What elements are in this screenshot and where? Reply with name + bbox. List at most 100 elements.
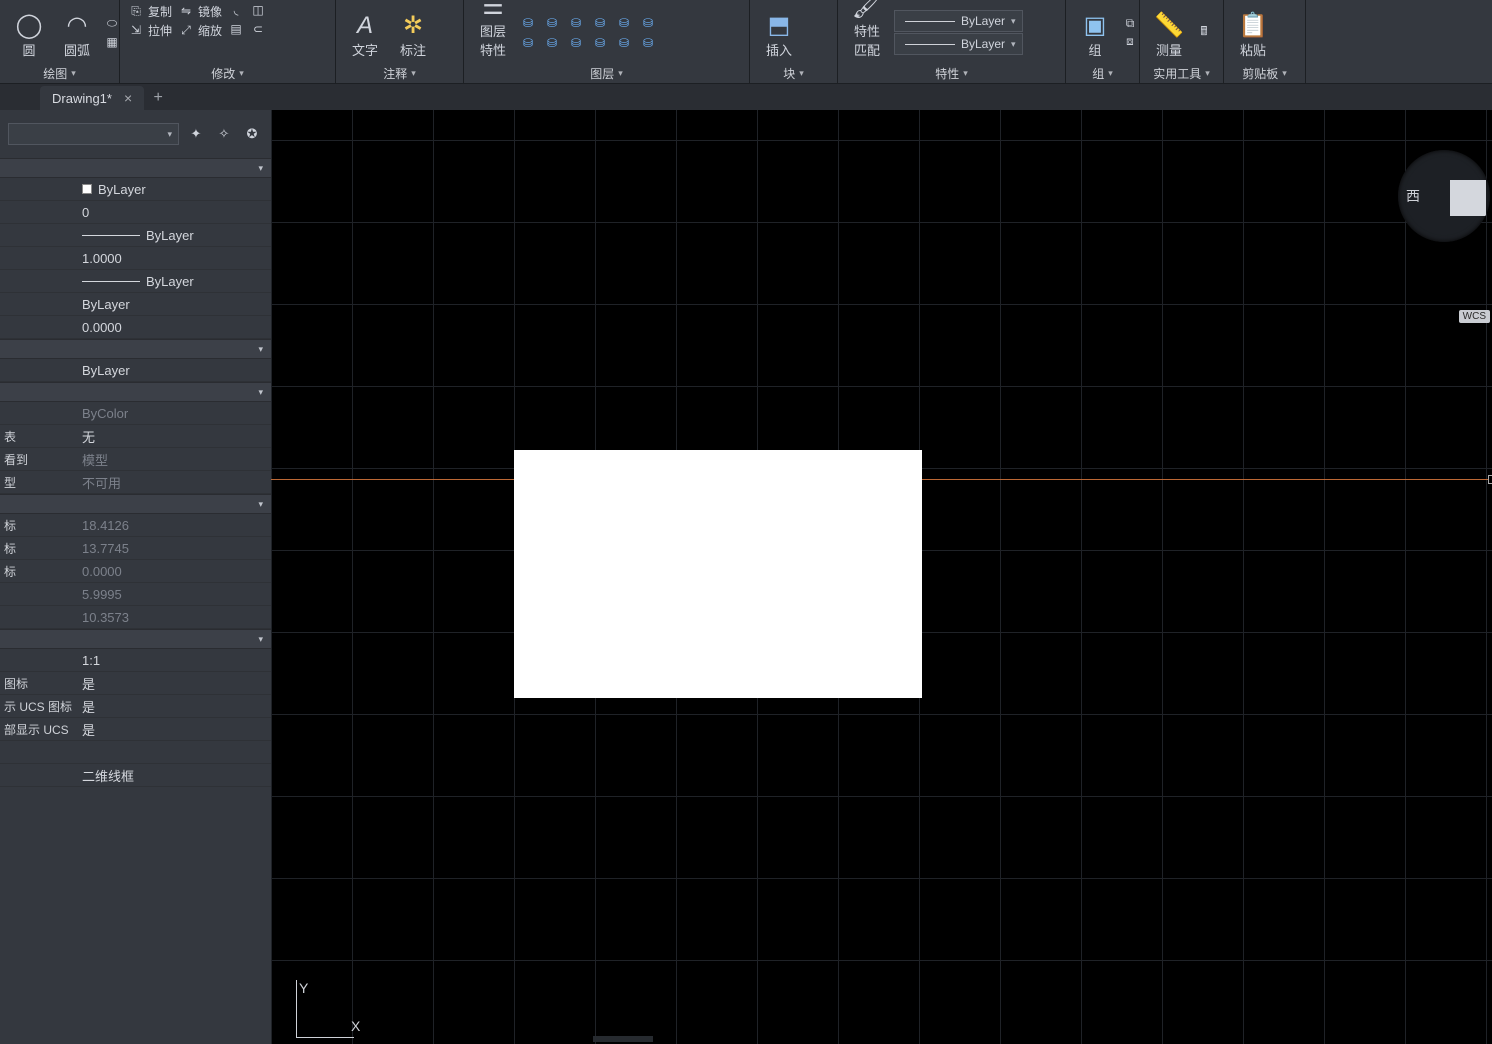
property-row[interactable]: ByLayer (0, 359, 271, 382)
dimension-button[interactable]: ✲ 标注 (392, 5, 434, 61)
ungroup-icon[interactable]: ⧉ (1122, 16, 1138, 32)
property-value[interactable]: 0 (78, 205, 271, 220)
layer-ic-b5[interactable]: ⛁ (616, 35, 632, 51)
drawing-object[interactable] (514, 450, 922, 698)
palette-group-general[interactable]: ▾ (0, 158, 271, 178)
view-cube[interactable]: 西 (1398, 150, 1490, 242)
stretch-button[interactable]: ⇲拉伸 (128, 21, 172, 39)
panel-title-block[interactable]: 块▾ (750, 63, 837, 83)
layout-splitter[interactable] (593, 1036, 653, 1042)
property-value[interactable]: 是 (78, 720, 271, 739)
property-value[interactable]: 10.3573 (78, 610, 271, 625)
property-row[interactable]: 0.0000 (0, 316, 271, 339)
layer-ic-b1[interactable]: ⛁ (520, 35, 536, 51)
property-row[interactable]: 图标是 (0, 672, 271, 695)
paste-button[interactable]: 📋 粘贴 (1232, 5, 1274, 61)
insert-button[interactable]: ⬒ 插入 (758, 5, 800, 61)
panel-title-layers[interactable]: 图层▾ (464, 63, 749, 83)
panel-title-clipboard[interactable]: 剪贴板▾ (1224, 63, 1305, 83)
property-value[interactable]: 1:1 (78, 653, 271, 668)
property-row[interactable]: 示 UCS 图标是 (0, 695, 271, 718)
panel-title-annotate[interactable]: 注释▾ (336, 63, 463, 83)
property-row[interactable]: 5.9995 (0, 583, 271, 606)
fillet-icon[interactable]: ◟ (228, 2, 244, 18)
array-icon[interactable]: ▤ (228, 21, 244, 37)
join-icon[interactable]: ⊂ (250, 21, 266, 37)
palette-group-plot[interactable]: ▾ (0, 382, 271, 402)
property-row[interactable]: ByColor (0, 402, 271, 425)
property-value[interactable]: ByColor (78, 406, 271, 421)
layer-ic-6[interactable]: ⛁ (640, 15, 656, 31)
group-edit-icon[interactable]: ⧈ (1122, 34, 1138, 50)
panel-title-properties[interactable]: 特性▾ (838, 63, 1065, 83)
property-value[interactable]: 模型 (78, 450, 271, 469)
hatch-icon[interactable]: ▦ (104, 34, 120, 50)
property-value[interactable]: ByLayer (78, 228, 271, 243)
mirror-button[interactable]: ⇋镜像 (178, 2, 222, 20)
property-row[interactable] (0, 741, 271, 764)
tab-drawing1[interactable]: Drawing1* × (40, 86, 144, 110)
property-row[interactable]: 型不可用 (0, 471, 271, 494)
measure-button[interactable]: 📏 测量 (1148, 5, 1190, 61)
match-props-button[interactable]: 🖌 特性 匹配 (846, 5, 888, 61)
property-row[interactable]: 0 (0, 201, 271, 224)
property-value[interactable]: 0.0000 (78, 564, 271, 579)
property-value[interactable]: 是 (78, 674, 271, 693)
grip-handle[interactable] (1488, 475, 1492, 484)
property-value[interactable]: 是 (78, 697, 271, 716)
property-row[interactable]: 标0.0000 (0, 560, 271, 583)
property-row[interactable]: 1.0000 (0, 247, 271, 270)
scale-button[interactable]: ⤢缩放 (178, 21, 222, 39)
arc-button[interactable]: ◠ 圆弧 (56, 5, 98, 61)
property-row[interactable]: 标18.4126 (0, 514, 271, 537)
circle-button[interactable]: ◯ 圆 (8, 5, 50, 61)
tab-close-icon[interactable]: × (124, 90, 132, 106)
property-value[interactable]: 二维线框 (78, 766, 271, 785)
panel-title-draw[interactable]: 绘图▾ (0, 63, 119, 83)
property-row[interactable]: 二维线框 (0, 764, 271, 787)
property-row[interactable]: 1:1 (0, 649, 271, 672)
calc-icon[interactable]: 🖩 (1196, 25, 1212, 41)
layer-ic-2[interactable]: ⛁ (544, 15, 560, 31)
property-value[interactable]: ByLayer (78, 363, 271, 378)
property-row[interactable]: ByLayer (0, 270, 271, 293)
layer-ic-1[interactable]: ⛁ (520, 15, 536, 31)
lineweight-combo[interactable]: ByLayer ▾ (894, 33, 1023, 55)
palette-group-geom[interactable]: ▾ (0, 494, 271, 514)
property-row[interactable]: ByLayer (0, 224, 271, 247)
panel-title-util[interactable]: 实用工具▾ (1140, 63, 1223, 83)
palette-group-3d[interactable]: ▾ (0, 339, 271, 359)
property-value[interactable]: ByLayer (78, 297, 271, 312)
new-tab-button[interactable]: + (146, 86, 170, 110)
palette-object-select[interactable]: ▾ (8, 123, 179, 145)
text-button[interactable]: A 文字 (344, 5, 386, 61)
property-row[interactable]: 10.3573 (0, 606, 271, 629)
layer-props-button[interactable]: ☰ 图层 特性 (472, 5, 514, 61)
layer-ic-b4[interactable]: ⛁ (592, 35, 608, 51)
panel-title-modify[interactable]: 修改▾ (120, 63, 335, 83)
property-row[interactable]: 标13.7745 (0, 537, 271, 560)
palette-select-sim-icon[interactable]: ✧ (213, 123, 235, 145)
property-value[interactable]: 13.7745 (78, 541, 271, 556)
layer-ic-b3[interactable]: ⛁ (568, 35, 584, 51)
property-row[interactable]: 部显示 UCS是 (0, 718, 271, 741)
wcs-badge[interactable]: WCS (1459, 310, 1490, 323)
property-value[interactable]: 无 (78, 427, 271, 446)
property-value[interactable]: ByLayer (78, 182, 271, 197)
layer-ic-4[interactable]: ⛁ (592, 15, 608, 31)
property-row[interactable]: ByLayer (0, 178, 271, 201)
layer-ic-b6[interactable]: ⛁ (640, 35, 656, 51)
layer-ic-3[interactable]: ⛁ (568, 15, 584, 31)
palette-group-misc[interactable]: ▾ (0, 629, 271, 649)
linetype-combo[interactable]: ByLayer ▾ (894, 10, 1023, 32)
drawing-canvas[interactable]: 西 WCS Y X (271, 110, 1492, 1044)
property-value[interactable]: 18.4126 (78, 518, 271, 533)
layer-ic-5[interactable]: ⛁ (616, 15, 632, 31)
copy-button[interactable]: ⎘复制 (128, 2, 172, 20)
property-row[interactable]: 看到模型 (0, 448, 271, 471)
layer-ic-b2[interactable]: ⛁ (544, 35, 560, 51)
compass-cube-face[interactable] (1450, 180, 1486, 216)
property-row[interactable]: 表无 (0, 425, 271, 448)
property-value[interactable]: 不可用 (78, 473, 271, 492)
ellipse-icon[interactable]: ⬭ (104, 16, 120, 32)
